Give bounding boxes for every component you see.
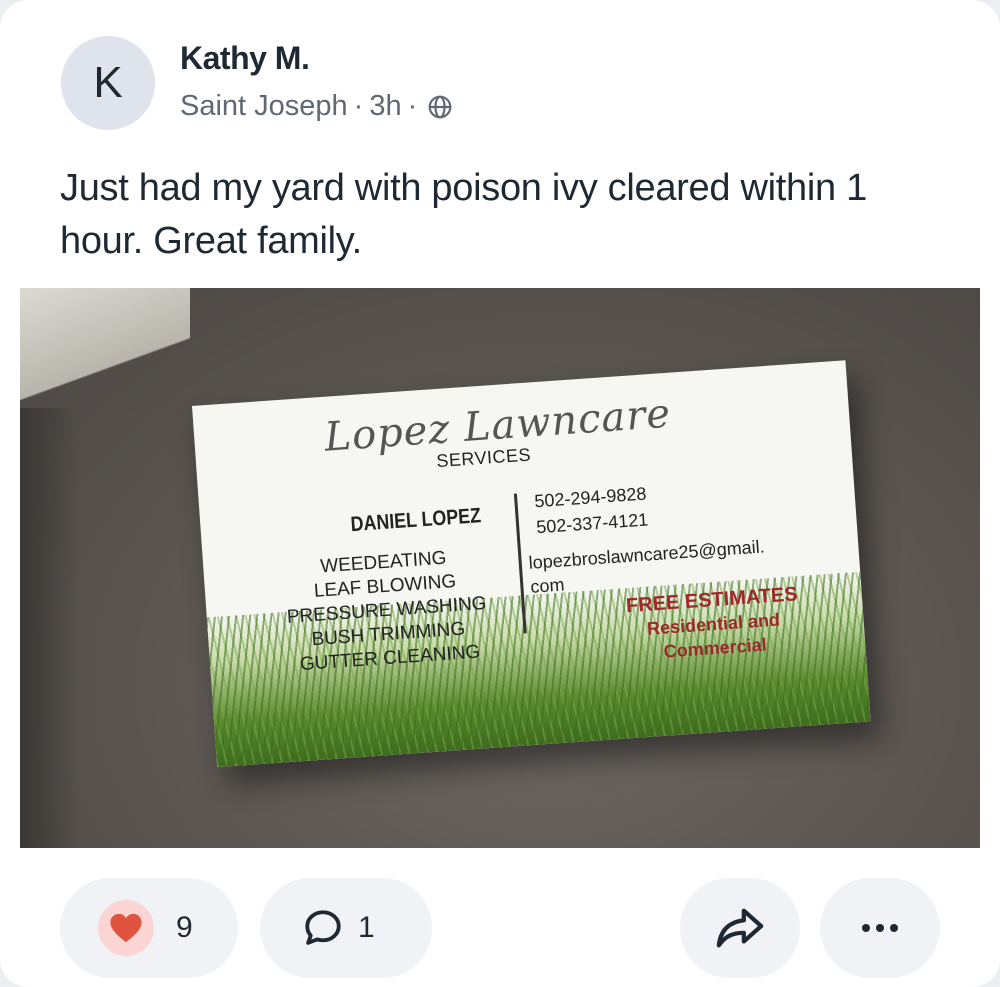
photo-shadow bbox=[20, 408, 80, 848]
meta-separator: · bbox=[353, 90, 364, 122]
card-services-list: WEEDEATING LEAF BLOWING PRESSURE WASHING… bbox=[263, 543, 511, 679]
card-phones: 502-294-9828 502-337-4121 bbox=[534, 481, 649, 541]
business-card: Lopez Lawncare SERVICES DANIEL LOPEZ WEE… bbox=[192, 360, 871, 768]
heart-icon bbox=[110, 913, 142, 943]
photo-background-glare bbox=[20, 288, 190, 428]
post-card: K Kathy M. Saint Joseph · 3h · Just had … bbox=[0, 0, 1000, 987]
share-icon bbox=[716, 908, 764, 948]
more-options-button[interactable] bbox=[820, 878, 940, 978]
card-free-estimates: FREE ESTIMATES Residential and Commercia… bbox=[606, 581, 821, 667]
post-meta: Saint Joseph · 3h · bbox=[180, 90, 453, 123]
comment-count: 1 bbox=[358, 911, 375, 944]
meta-separator-2: · bbox=[407, 90, 418, 122]
timestamp[interactable]: 3h bbox=[369, 90, 401, 123]
post-body: Just had my yard with poison ivy cleared… bbox=[60, 167, 867, 262]
like-count: 9 bbox=[176, 911, 193, 944]
comment-button[interactable]: 1 bbox=[260, 878, 432, 978]
more-icon bbox=[862, 924, 898, 932]
share-button[interactable] bbox=[680, 878, 800, 978]
comment-icon bbox=[302, 907, 344, 949]
action-bar: 9 1 bbox=[0, 878, 1000, 978]
location-label[interactable]: Saint Joseph bbox=[180, 90, 348, 123]
card-owner-name: DANIEL LOPEZ bbox=[349, 504, 482, 537]
avatar[interactable]: K bbox=[61, 36, 155, 130]
heart-badge bbox=[98, 900, 154, 956]
author-name[interactable]: Kathy M. bbox=[180, 40, 310, 77]
like-button[interactable]: 9 bbox=[60, 878, 238, 978]
avatar-initial: K bbox=[93, 58, 123, 107]
post-photo[interactable]: Lopez Lawncare SERVICES DANIEL LOPEZ WEE… bbox=[20, 288, 980, 848]
globe-icon bbox=[428, 95, 452, 118]
